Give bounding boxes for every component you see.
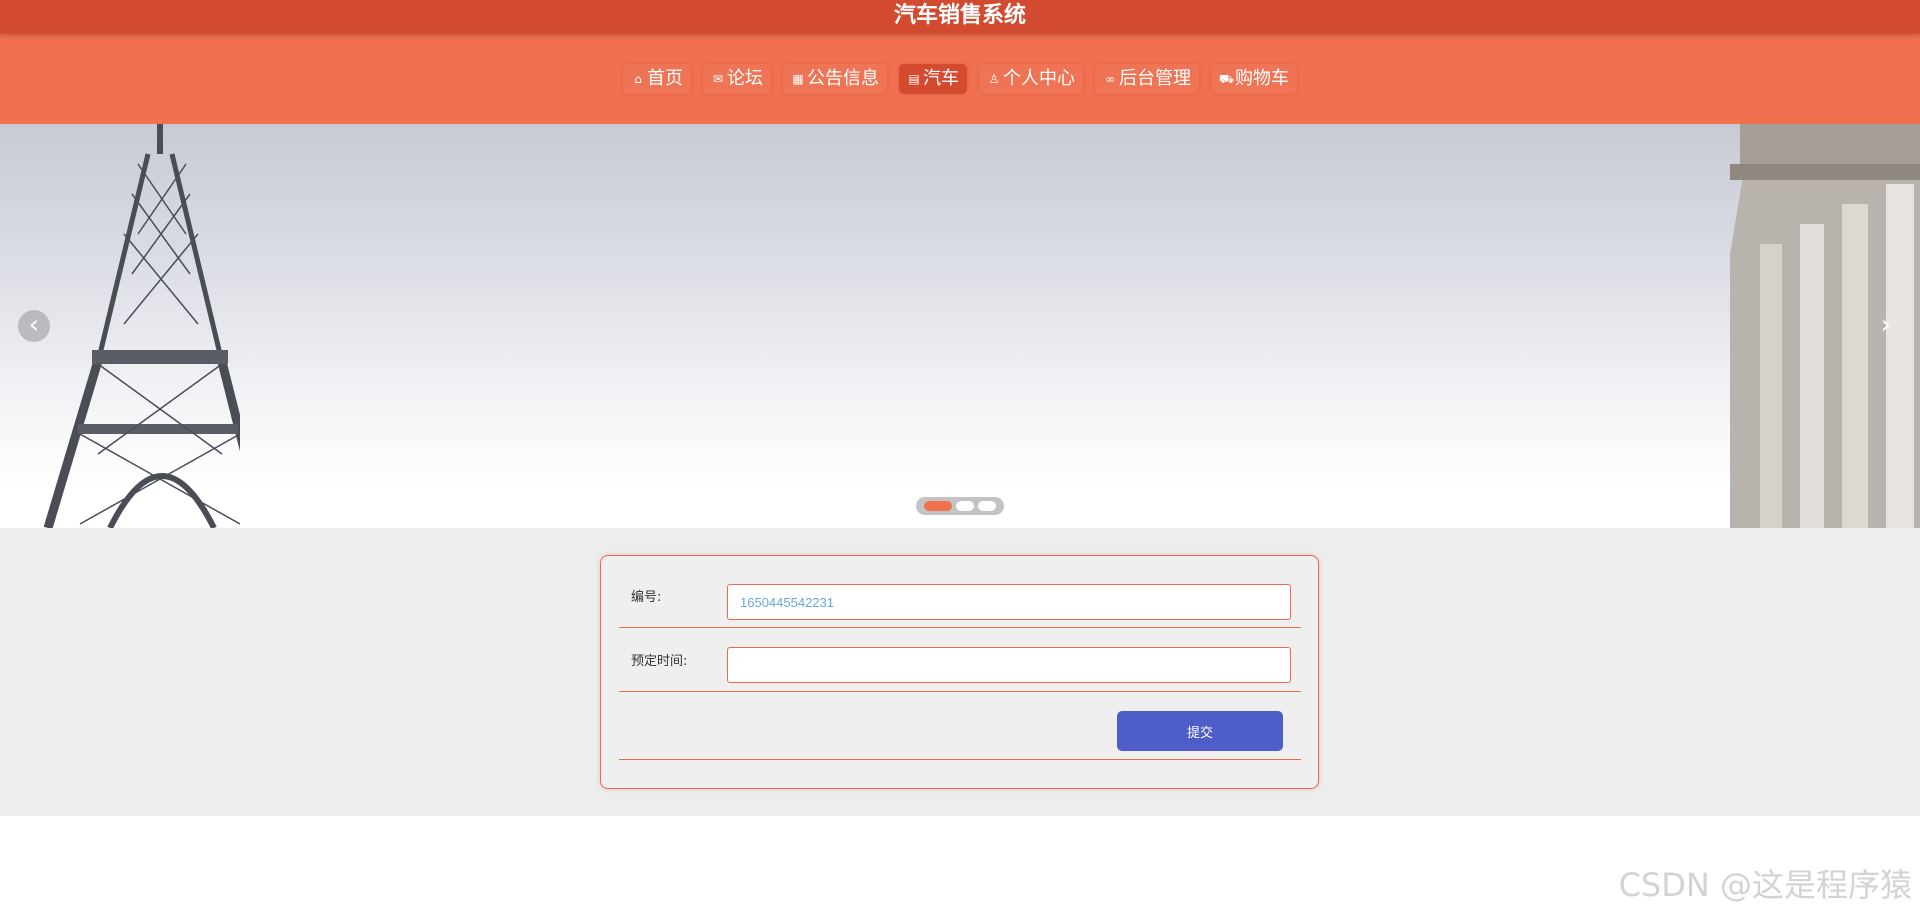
nav-item-forum[interactable]: ✉ 论坛 bbox=[703, 64, 771, 94]
nav-item-label: 汽车 bbox=[923, 68, 959, 89]
link-icon: ∞ bbox=[1105, 72, 1115, 86]
banner-carousel: ‹ › bbox=[0, 124, 1920, 528]
form-row-time: 预定时间: bbox=[619, 628, 1301, 692]
carousel-dot-2[interactable] bbox=[956, 501, 974, 511]
time-label: 预定时间: bbox=[631, 654, 688, 669]
carousel-prev-button[interactable]: ‹ bbox=[18, 310, 50, 342]
user-icon: ♙ bbox=[988, 72, 1000, 86]
cart-icon: ⛟ bbox=[1219, 72, 1235, 86]
carousel-indicators bbox=[916, 497, 1004, 515]
carousel-dot-1[interactable] bbox=[924, 501, 952, 511]
form-row-actions: 提交 bbox=[619, 692, 1301, 760]
nav-bar: ⌂ 首页 ✉ 论坛 ▦ 公告信息 ▤ 汽车 ♙ 个人中心 ∞ 后台管理 ⛟ 购物… bbox=[0, 34, 1920, 124]
nav-item-cart[interactable]: ⛟ 购物车 bbox=[1211, 64, 1297, 94]
number-input[interactable] bbox=[727, 584, 1291, 620]
carousel-next-button[interactable]: › bbox=[1870, 310, 1902, 342]
nav-item-profile[interactable]: ♙ 个人中心 bbox=[979, 64, 1083, 94]
nav-item-label: 个人中心 bbox=[1003, 68, 1075, 89]
document-icon: ▤ bbox=[908, 72, 920, 86]
home-icon: ⌂ bbox=[634, 72, 642, 86]
nav-item-home[interactable]: ⌂ 首页 bbox=[623, 64, 691, 94]
grid-icon: ▦ bbox=[792, 72, 804, 86]
nav-item-cars[interactable]: ▤ 汽车 bbox=[899, 64, 967, 94]
nav-item-label: 公告信息 bbox=[807, 68, 879, 89]
reservation-form: 编号: 预定时间: 提交 bbox=[600, 555, 1319, 789]
reservation-time-input[interactable] bbox=[727, 647, 1291, 683]
nav-item-label: 购物车 bbox=[1235, 68, 1289, 89]
number-label: 编号: bbox=[631, 590, 662, 605]
form-row-number: 编号: bbox=[619, 556, 1301, 628]
main-nav: ⌂ 首页 ✉ 论坛 ▦ 公告信息 ▤ 汽车 ♙ 个人中心 ∞ 后台管理 ⛟ 购物… bbox=[0, 64, 1920, 94]
nav-item-label: 论坛 bbox=[727, 68, 763, 89]
app-title: 汽车销售系统 bbox=[0, 0, 1920, 34]
watermark: CSDN @这是程序猿 bbox=[1618, 866, 1912, 904]
eiffel-tower-image bbox=[43, 124, 240, 528]
submit-button[interactable]: 提交 bbox=[1117, 711, 1283, 751]
form-section: 编号: 预定时间: 提交 bbox=[0, 528, 1920, 816]
carousel-dot-3[interactable] bbox=[978, 501, 996, 511]
mail-icon: ✉ bbox=[712, 72, 724, 86]
nav-item-label: 后台管理 bbox=[1119, 68, 1191, 89]
nav-item-announcements[interactable]: ▦ 公告信息 bbox=[783, 64, 887, 94]
nav-item-label: 首页 bbox=[647, 68, 683, 89]
nav-item-admin[interactable]: ∞ 后台管理 bbox=[1095, 64, 1199, 94]
